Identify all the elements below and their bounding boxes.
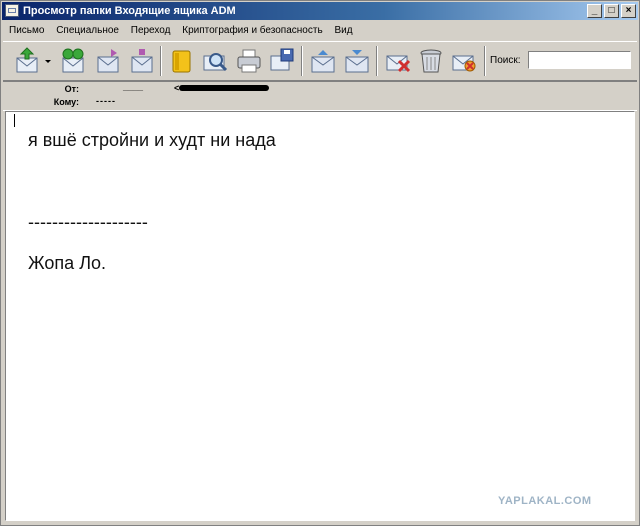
maximize-button[interactable]: □ (604, 4, 619, 18)
previous-message-icon[interactable] (308, 46, 338, 76)
reply-icon[interactable] (93, 46, 123, 76)
save-icon[interactable] (267, 46, 297, 76)
mail-window: Просмотр папки Входящие ящика ADM _ □ × … (0, 0, 640, 526)
redacted-email (179, 85, 269, 91)
message-line: я вшё стройни и худт ни нада (28, 130, 276, 150)
menu-special[interactable]: Специальное (56, 22, 119, 40)
signature: Жопа Ло. (28, 253, 107, 273)
delete-message-icon[interactable] (383, 46, 413, 76)
menu-crypto[interactable]: Криптография и безопасность (182, 22, 322, 40)
minimize-button[interactable]: _ (587, 4, 602, 18)
receive-mail-icon[interactable] (58, 46, 88, 76)
next-message-icon[interactable] (342, 46, 372, 76)
address-book-icon[interactable] (166, 46, 196, 76)
signature-separator: -------------------- (28, 212, 148, 232)
dropdown-arrow-icon[interactable] (43, 46, 53, 76)
message-header: От: ____ < Кому: ----- (3, 81, 637, 111)
menu-bar: Письмо Специальное Переход Криптография … (3, 22, 637, 40)
close-button[interactable]: × (621, 4, 636, 18)
search-label: Поиск: (490, 55, 521, 66)
title-bar[interactable]: Просмотр папки Входящие ящика ADM _ □ × (2, 2, 638, 20)
mail-app-icon (5, 4, 19, 17)
menu-letter[interactable]: Письмо (9, 22, 44, 40)
forward-icon[interactable] (127, 46, 157, 76)
text-cursor (14, 114, 15, 127)
from-label: От: (64, 84, 79, 94)
find-icon[interactable] (200, 46, 230, 76)
to-label: Кому: (53, 97, 79, 107)
window-title: Просмотр папки Входящие ящика ADM (23, 5, 236, 17)
junk-icon[interactable] (449, 46, 479, 76)
menu-view[interactable]: Вид (334, 22, 352, 40)
toolbar: Поиск: (3, 41, 637, 81)
from-name: ____ (123, 82, 144, 92)
toolbar-separator (160, 46, 161, 76)
trash-icon[interactable] (416, 46, 446, 76)
new-mail-icon[interactable] (13, 46, 43, 76)
toolbar-separator (376, 46, 377, 76)
to-value: ----- (96, 96, 116, 106)
search-input[interactable] (528, 51, 631, 69)
window-controls: _ □ × (587, 4, 636, 18)
toolbar-separator (484, 46, 485, 76)
message-body[interactable]: я вшё стройни и худт ни нада -----------… (5, 111, 635, 521)
print-icon[interactable] (234, 46, 264, 76)
watermark: YAPLAKAL.COM (498, 495, 592, 507)
menu-go[interactable]: Переход (131, 22, 171, 40)
toolbar-separator (301, 46, 302, 76)
